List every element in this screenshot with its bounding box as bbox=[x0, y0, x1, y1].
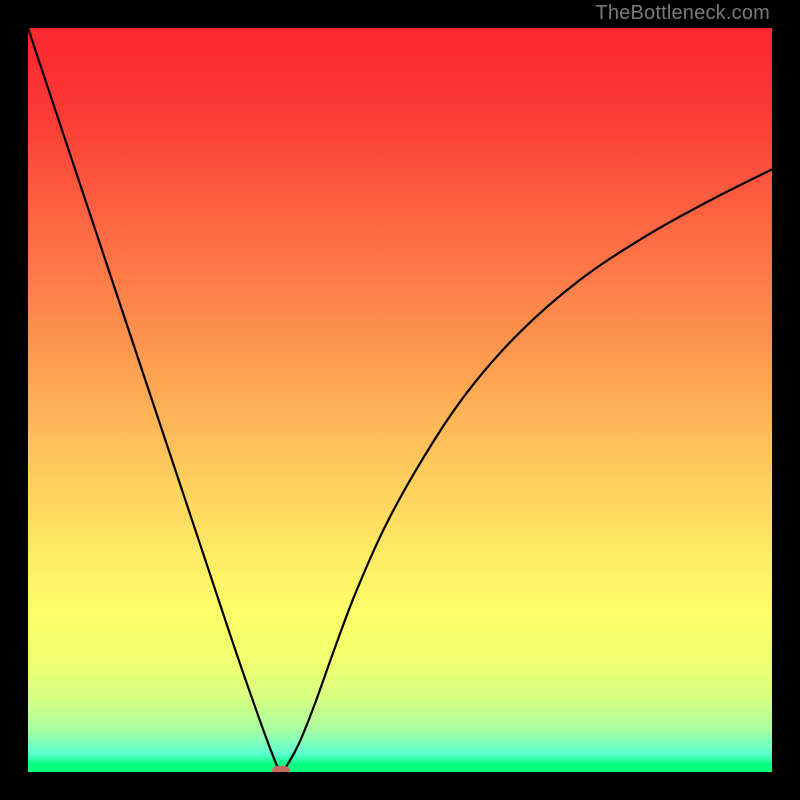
plot-area bbox=[28, 28, 772, 772]
curve-path bbox=[28, 28, 772, 772]
bottleneck-curve bbox=[28, 28, 772, 772]
chart-frame: TheBottleneck.com bbox=[0, 0, 800, 800]
optimal-marker bbox=[272, 766, 290, 772]
watermark-text: TheBottleneck.com bbox=[595, 2, 770, 25]
